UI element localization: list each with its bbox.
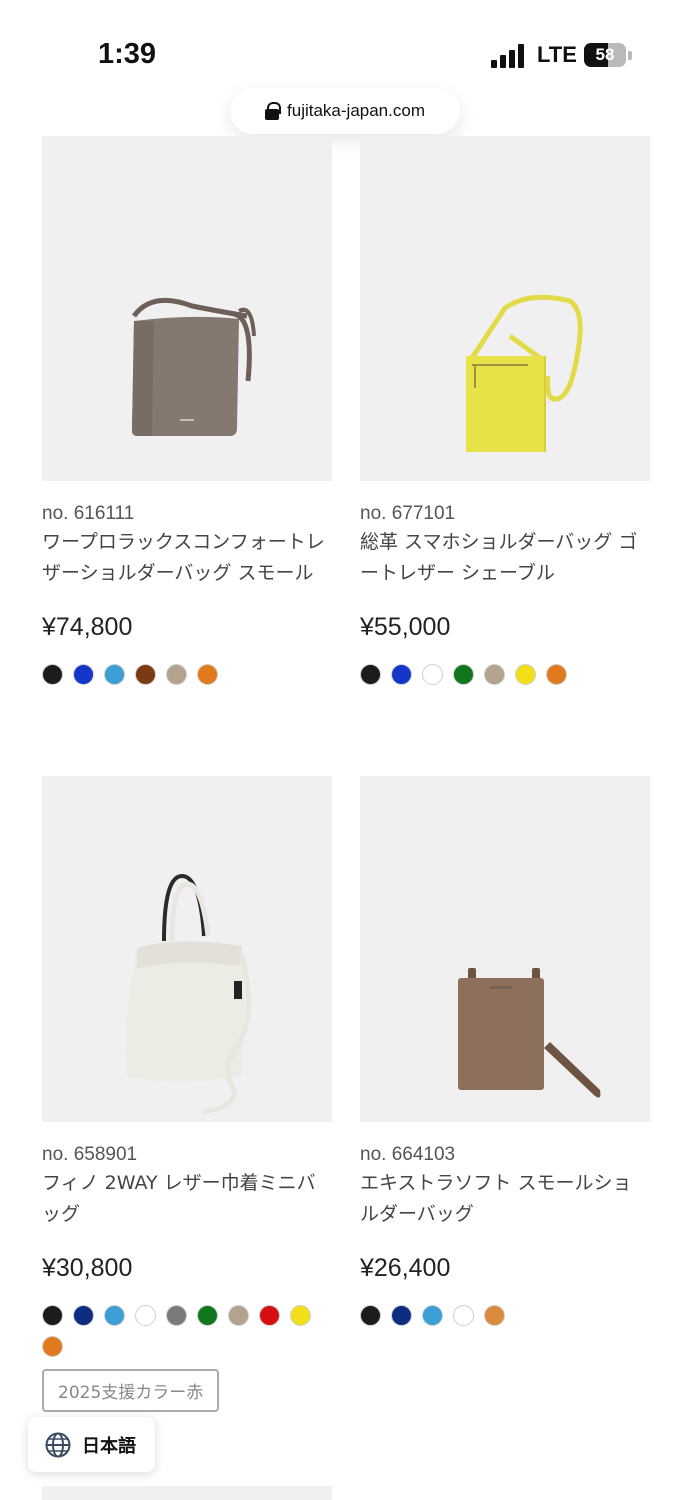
product-name[interactable]: ワープロラックスコンフォートレザーショルダーバッグ スモール <box>42 527 332 589</box>
product-price: ¥26,400 <box>360 1254 451 1282</box>
color-swatch[interactable] <box>104 1305 125 1326</box>
color-swatch[interactable] <box>42 1336 63 1357</box>
color-swatches <box>42 664 332 685</box>
color-swatch[interactable] <box>135 1305 156 1326</box>
bag-image-icon <box>125 873 251 1115</box>
bag-image-icon <box>131 297 256 436</box>
product-card[interactable]: no. 677101 総革 スマホショルダーバッグ ゴートレザー シェーブル ¥… <box>360 136 650 685</box>
color-swatch[interactable] <box>73 664 94 685</box>
cellular-signal-icon <box>491 44 525 68</box>
color-swatch[interactable] <box>391 664 412 685</box>
url-bar[interactable]: fujitaka-japan.com <box>230 88 460 134</box>
color-swatches <box>42 1305 332 1357</box>
color-swatch[interactable] <box>360 1305 381 1326</box>
color-swatch[interactable] <box>484 664 505 685</box>
color-swatch[interactable] <box>546 664 567 685</box>
battery-icon: 58 <box>584 43 626 67</box>
language-button[interactable]: 日本語 <box>28 1417 155 1472</box>
color-swatch[interactable] <box>360 664 381 685</box>
support-color-tag[interactable]: 2025支援カラー赤 <box>42 1369 220 1412</box>
product-name[interactable]: 総革 スマホショルダーバッグ ゴートレザー シェーブル <box>360 527 650 589</box>
color-swatches <box>360 1305 650 1326</box>
network-type: LTE <box>537 42 577 67</box>
color-swatch[interactable] <box>515 664 536 685</box>
product-image[interactable] <box>42 136 332 481</box>
status-time: 1:39 <box>98 38 157 70</box>
product-image[interactable] <box>42 776 332 1122</box>
product-card[interactable]: no. 616111 ワープロラックスコンフォートレザーショルダーバッグ スモー… <box>42 136 332 685</box>
language-label: 日本語 <box>82 1435 136 1457</box>
product-price: ¥55,000 <box>360 613 451 641</box>
product-price: ¥30,800 <box>42 1254 133 1282</box>
product-card[interactable]: no. 658901 フィノ 2WAY レザー巾着ミニバッグ ¥30,800 2… <box>42 776 332 1412</box>
bag-image-icon <box>458 968 601 1098</box>
color-swatch[interactable] <box>391 1305 412 1326</box>
product-name[interactable]: フィノ 2WAY レザー巾着ミニバッグ <box>42 1168 332 1230</box>
color-swatches <box>360 664 650 685</box>
product-number: no. 664103 <box>360 1144 456 1165</box>
url-text: fujitaka-japan.com <box>287 101 425 120</box>
product-price: ¥74,800 <box>42 613 133 641</box>
color-swatch[interactable] <box>197 664 218 685</box>
color-swatch[interactable] <box>259 1305 280 1326</box>
color-swatch[interactable] <box>166 664 187 685</box>
color-swatch[interactable] <box>104 664 125 685</box>
color-swatch[interactable] <box>228 1305 249 1326</box>
color-swatch[interactable] <box>453 664 474 685</box>
product-number: no. 677101 <box>360 503 456 524</box>
color-swatch[interactable] <box>197 1305 218 1326</box>
product-name[interactable]: エキストラソフト スモールショルダーバッグ <box>360 1168 650 1230</box>
color-swatch[interactable] <box>453 1305 474 1326</box>
bag-image-icon <box>466 294 583 452</box>
color-swatch[interactable] <box>484 1305 505 1326</box>
product-image[interactable] <box>360 136 650 481</box>
color-swatch[interactable] <box>166 1305 187 1326</box>
status-bar: 1:39 LTE 58 <box>0 0 690 100</box>
globe-icon <box>45 1432 71 1457</box>
product-number: no. 658901 <box>42 1144 138 1165</box>
product-card[interactable]: no. 664103 エキストラソフト スモールショルダーバッグ ¥26,400 <box>360 776 650 1326</box>
color-swatch[interactable] <box>42 664 63 685</box>
color-swatch[interactable] <box>42 1305 63 1326</box>
next-product-image[interactable] <box>42 1486 332 1500</box>
color-swatch[interactable] <box>73 1305 94 1326</box>
product-image[interactable] <box>360 776 650 1122</box>
battery-percent: 58 <box>595 45 615 64</box>
lock-icon <box>265 102 282 120</box>
color-swatch[interactable] <box>422 1305 443 1326</box>
product-number: no. 616111 <box>42 503 135 524</box>
color-swatch[interactable] <box>135 664 156 685</box>
color-swatch[interactable] <box>422 664 443 685</box>
color-swatch[interactable] <box>290 1305 311 1326</box>
battery-tip <box>628 51 632 60</box>
